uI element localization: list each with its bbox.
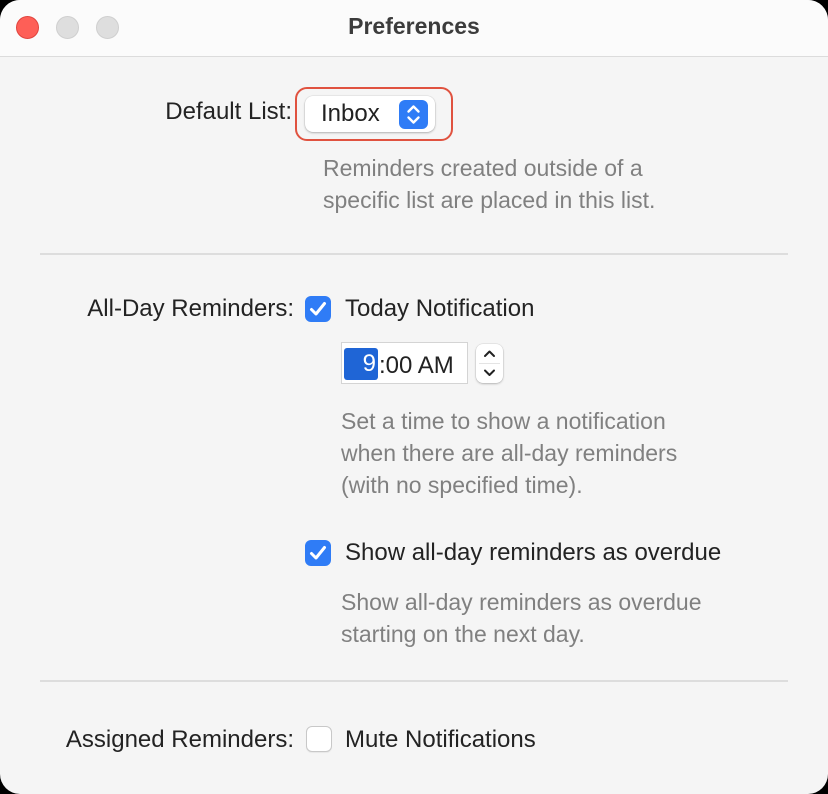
overdue-description-line-1: Show all-day reminders as overdue [341,589,702,615]
default-list-label: Default List: [165,98,292,125]
mute-notifications-label[interactable]: Mute Notifications [345,726,536,754]
stepper-up-button[interactable] [476,344,503,363]
assigned-reminders-label: Assigned Reminders: [65,726,294,753]
section-divider [40,253,788,255]
chevron-up-icon [484,350,495,357]
time-hour-segment[interactable]: 9 [344,348,378,380]
default-list-description-line-2: specific list are placed in this list. [323,187,656,213]
all-day-reminders-label: All-Day Reminders: [87,295,294,322]
preferences-window: Preferences Default List: Inbox Reminder… [0,0,828,794]
today-notification-label[interactable]: Today Notification [345,295,534,323]
default-list-value: Inbox [321,100,380,127]
today-notification-checkbox[interactable] [305,296,331,322]
time-description-line-3: (with no specified time). [341,472,583,498]
default-list-popup[interactable]: Inbox [305,96,435,132]
section-divider [40,680,788,682]
overdue-label[interactable]: Show all-day reminders as overdue [345,539,721,567]
time-minute-ampm-segment[interactable]: :00 AM [379,352,454,380]
time-description-line-2: when there are all-day reminders [341,440,678,466]
window-title: Preferences [348,13,480,39]
default-list-description-line-1: Reminders created outside of a [323,155,643,181]
overdue-checkbox[interactable] [305,540,331,566]
checkmark-icon [310,302,326,316]
up-down-chevron-icon [399,100,428,129]
checkmark-icon [310,546,326,560]
time-stepper[interactable] [476,344,503,383]
notification-time-field[interactable]: 9 :00 AM [341,342,468,384]
time-description-line-1: Set a time to show a notification [341,408,666,434]
overdue-description-line-2: starting on the next day. [341,621,585,647]
chevron-down-icon [484,369,495,376]
mute-notifications-checkbox[interactable] [306,726,332,752]
title-bar: Preferences [0,0,828,57]
stepper-down-button[interactable] [476,364,503,383]
